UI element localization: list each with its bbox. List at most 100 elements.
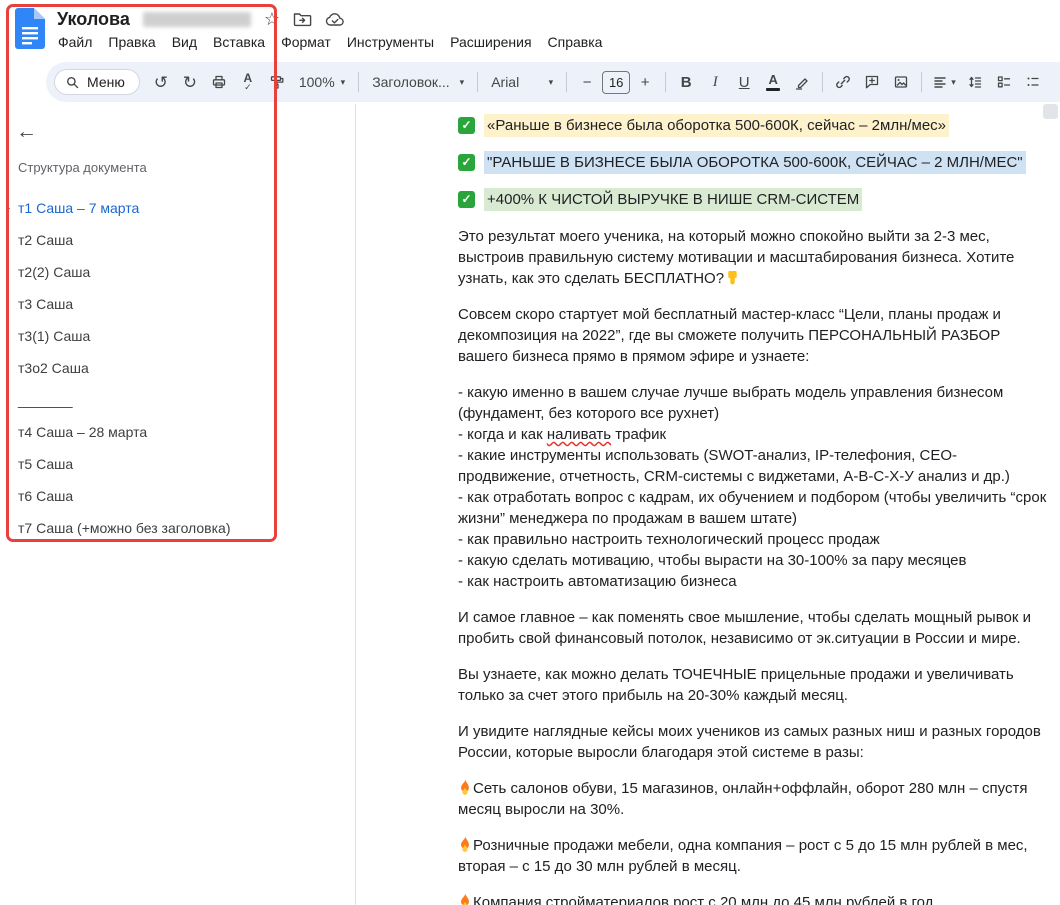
outline-item-label: т2 Саша [18, 232, 74, 248]
toolbar-divider [822, 72, 824, 92]
checklist-button[interactable] [990, 68, 1018, 96]
decrease-font-size-button[interactable]: − [573, 68, 601, 96]
outline-item-label: т1 Саша – 7 марта [18, 200, 140, 216]
highlighted-text-yellow: «Раньше в бизнесе была оборотка 500-600К… [484, 114, 950, 137]
case-text: Розничные продажи мебели, одна компания … [458, 837, 1028, 875]
insert-image-button[interactable] [887, 68, 915, 96]
outline-item[interactable]: т7 Саша (+можно без заголовка) [0, 512, 355, 544]
redacted-title-text [142, 11, 251, 27]
fire-emoji-icon [458, 893, 472, 905]
chevron-down-icon: ▾ [340, 76, 346, 87]
search-icon [65, 75, 80, 90]
bulleted-list-button[interactable] [1019, 68, 1047, 96]
outline-item-label: т3 Саша [18, 296, 74, 312]
bullet-list: - какую именно в вашем случае лучше выбр… [458, 382, 1054, 592]
chevron-down-icon: ▾ [951, 76, 956, 87]
fire-emoji-icon [458, 779, 472, 795]
highlighted-line: ✓ +400% К ЧИСТОЙ ВЫРУЧКЕ В НИШЕ CRM-СИСТ… [458, 188, 1054, 211]
insert-link-button[interactable] [829, 68, 857, 96]
move-folder-icon[interactable] [293, 11, 312, 28]
outline-item[interactable]: т2 Саша [0, 224, 355, 256]
print-button[interactable] [205, 68, 233, 96]
outline-item[interactable]: т3о2 Саша [0, 352, 355, 384]
align-left-icon [932, 74, 948, 90]
outline-item[interactable]: т3(1) Саша [0, 320, 355, 352]
line-spacing-button[interactable] [961, 68, 989, 96]
outline-item-label: _______ [18, 392, 73, 408]
add-comment-button[interactable] [858, 68, 886, 96]
text-color-button[interactable]: A [759, 68, 787, 96]
paragraph: И увидите наглядные кейсы моих учеников … [458, 723, 1041, 761]
docs-logo-icon[interactable] [15, 8, 45, 49]
chevron-down-icon: ▾ [548, 76, 554, 87]
title-row: Уколова ☆ [57, 6, 345, 32]
underline-button[interactable]: U [730, 68, 758, 96]
outline-dash-marker: - [6, 200, 11, 215]
highlighted-text-green: +400% К ЧИСТОЙ ВЫРУЧКЕ В НИШЕ CRM-СИСТЕМ [484, 188, 863, 211]
highlight-color-button[interactable] [788, 68, 816, 96]
paragraph-style-select[interactable]: Заголовок... ▾ [365, 68, 471, 96]
font-family-select[interactable]: Arial ▾ [484, 68, 560, 96]
outline-item[interactable]: т3 Саша [0, 288, 355, 320]
align-button[interactable]: ▾ [928, 68, 960, 96]
italic-button[interactable]: I [701, 68, 729, 96]
outline-item[interactable]: т4 Саша – 28 марта [0, 416, 355, 448]
zoom-value: 100% [298, 74, 335, 90]
menu-tools[interactable]: Инструменты [339, 31, 442, 53]
toolbar-divider [665, 72, 667, 92]
paint-roller-icon [269, 74, 285, 90]
increase-font-size-button[interactable]: + [631, 68, 659, 96]
list-item: - как настроить автоматизацию бизнеса [458, 573, 737, 590]
list-item: - когда и как наливать трафик [458, 426, 667, 443]
cloud-status-icon[interactable] [325, 12, 345, 27]
outline-list: - т1 Саша – 7 марта т2 Саша т2(2) Саша т… [0, 192, 355, 544]
case-paragraph: Компания стройматериалов рост с 20 млн д… [458, 892, 1054, 905]
highlighted-line: ✓ «Раньше в бизнесе была оборотка 500-60… [458, 114, 1054, 137]
link-icon [835, 74, 851, 90]
spellcheck-button[interactable]: A ✓ [234, 68, 262, 96]
highlighted-text-blue: "РАНЬШЕ В БИЗНЕСЕ БЫЛА ОБОРОТКА 500-600К… [484, 151, 1026, 174]
list-item: - как правильно настроить технологически… [458, 531, 880, 548]
toolbar-divider [477, 72, 479, 92]
zoom-select[interactable]: 100% ▾ [292, 68, 352, 96]
menu-insert[interactable]: Вставка [205, 31, 273, 53]
outline-item[interactable]: _______ [0, 384, 355, 416]
menu-bar: Файл Правка Вид Вставка Формат Инструмен… [50, 31, 610, 53]
plus-icon: + [640, 73, 650, 91]
list-item: - какую именно в вашем случае лучше выбр… [458, 384, 1004, 422]
check-emoji-icon: ✓ [458, 191, 475, 208]
document-title[interactable]: Уколова [57, 9, 130, 30]
paint-format-button[interactable] [263, 68, 291, 96]
toolbar-divider [921, 72, 923, 92]
menu-format[interactable]: Формат [273, 31, 339, 53]
outline-item[interactable]: т6 Саша [0, 480, 355, 512]
outline-item[interactable]: т2(2) Саша [0, 256, 355, 288]
point-down-emoji-icon [725, 270, 740, 285]
menu-search-button[interactable]: Меню [54, 69, 140, 95]
fire-emoji-icon [458, 836, 472, 852]
outline-item-label: т4 Саша – 28 марта [18, 424, 148, 440]
outline-item-label: т5 Саша [18, 456, 74, 472]
undo-button[interactable]: ↺ [147, 68, 175, 96]
outline-item-active[interactable]: - т1 Саша – 7 марта [0, 192, 355, 224]
image-icon [893, 74, 909, 90]
font-size-input[interactable]: 16 [602, 70, 631, 94]
menu-file[interactable]: Файл [50, 31, 100, 53]
menu-help[interactable]: Справка [540, 31, 611, 53]
toolbar-divider [358, 72, 360, 92]
menu-view[interactable]: Вид [164, 31, 205, 53]
outline-item[interactable]: т5 Саша [0, 448, 355, 480]
close-outline-button[interactable]: ← [16, 120, 37, 144]
misspelled-word: наливать [546, 426, 612, 443]
document-canvas[interactable]: ✓ «Раньше в бизнесе была оборотка 500-60… [355, 104, 1060, 905]
menu-extensions[interactable]: Расширения [442, 31, 539, 53]
scrollbar-thumb[interactable] [1043, 104, 1058, 119]
star-icon[interactable]: ☆ [264, 10, 280, 28]
menu-edit[interactable]: Правка [100, 31, 163, 53]
bold-icon: B [680, 73, 692, 91]
list-item: - как отработать вопрос с кадрам, их обу… [458, 489, 1047, 527]
bold-button[interactable]: B [672, 68, 700, 96]
case-text: Компания стройматериалов рост с 20 млн д… [473, 894, 938, 905]
font-family-value: Arial [491, 74, 520, 90]
redo-button[interactable]: ↻ [176, 68, 204, 96]
